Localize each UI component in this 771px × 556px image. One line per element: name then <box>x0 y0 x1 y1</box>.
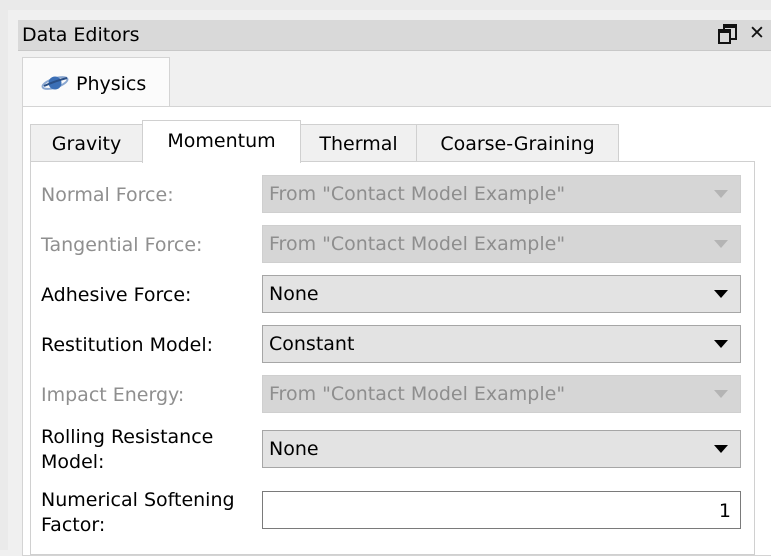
impact-energy-label: Impact Energy: <box>41 384 185 406</box>
tab-momentum[interactable]: Momentum <box>142 120 301 163</box>
tangential-force-value: From "Contact Model Example" <box>269 233 566 255</box>
chevron-down-icon <box>714 340 728 348</box>
numerical-softening-value: 1 <box>718 500 731 522</box>
restitution-model-select[interactable]: Constant <box>262 325 741 363</box>
float-window-icon[interactable] <box>718 22 737 44</box>
numerical-softening-input[interactable]: 1 <box>262 491 741 529</box>
rolling-resistance-label-line2: Model: <box>41 451 105 473</box>
normal-force-select: From "Contact Model Example" <box>262 175 741 213</box>
impact-energy-select: From "Contact Model Example" <box>262 375 741 413</box>
tab-thermal[interactable]: Thermal <box>300 124 417 162</box>
rolling-resistance-value: None <box>269 438 319 460</box>
tab-gravity[interactable]: Gravity <box>30 124 143 162</box>
tangential-force-select: From "Contact Model Example" <box>262 225 741 263</box>
chevron-down-icon <box>714 390 728 398</box>
tab-physics-label: Physics <box>76 73 147 95</box>
adhesive-force-select[interactable]: None <box>262 275 741 313</box>
chevron-down-icon <box>714 240 728 248</box>
normal-force-label: Normal Force: <box>41 184 174 206</box>
rolling-resistance-label-line1: Rolling Resistance <box>41 426 214 448</box>
normal-force-value: From "Contact Model Example" <box>269 183 566 205</box>
close-icon[interactable]: ✕ <box>749 22 765 44</box>
chevron-down-icon <box>714 190 728 198</box>
adhesive-force-value: None <box>269 283 319 305</box>
panel-title: Data Editors <box>22 24 140 46</box>
rolling-resistance-select[interactable]: None <box>262 430 741 468</box>
panel-titlebar: Data Editors ✕ <box>18 20 771 51</box>
impact-energy-value: From "Contact Model Example" <box>269 383 566 405</box>
chevron-down-icon <box>714 290 728 298</box>
restitution-model-value: Constant <box>269 333 355 355</box>
tangential-force-label: Tangential Force: <box>41 234 203 256</box>
planet-icon <box>41 76 69 90</box>
numerical-softening-label-line2: Factor: <box>41 514 106 536</box>
adhesive-force-label: Adhesive Force: <box>41 284 192 306</box>
tab-physics[interactable]: Physics <box>22 57 170 107</box>
data-editors-panel: Data Editors ✕ Physics Gravity Momentum … <box>0 0 771 556</box>
numerical-softening-label-line1: Numerical Softening <box>41 489 235 511</box>
tab-coarse-graining[interactable]: Coarse-Graining <box>416 124 619 162</box>
chevron-down-icon <box>714 445 728 453</box>
restitution-model-label: Restitution Model: <box>41 334 214 356</box>
